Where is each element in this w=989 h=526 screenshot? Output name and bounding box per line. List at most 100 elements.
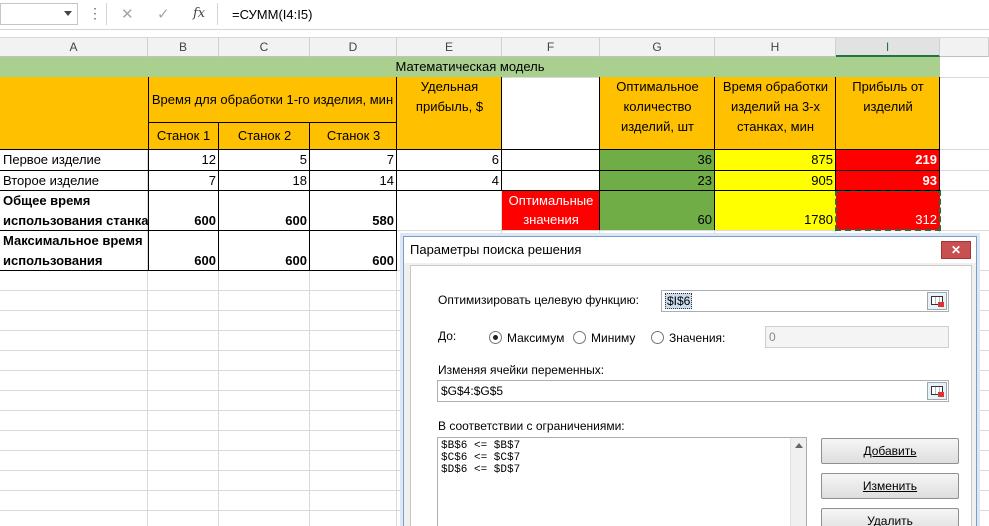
dialog-body: Оптимизировать целевую функцию: $I$6 До:… [410, 265, 972, 526]
header-unit-profit[interactable]: Удельная прибыль, $ [397, 77, 502, 149]
row4-label-line1[interactable]: Максимальное время [0, 231, 148, 251]
cell-b5[interactable]: 7 [148, 171, 219, 190]
radio-max[interactable] [489, 331, 502, 344]
to-label: До: [438, 329, 457, 343]
row3-label-line1[interactable]: Общее время [0, 191, 148, 211]
name-box[interactable] [0, 3, 78, 25]
header-profit[interactable]: Прибыль от изделий [836, 77, 940, 149]
radio-min[interactable] [573, 331, 586, 344]
optimal-label-cell[interactable]: Оптимальные значения [502, 191, 600, 230]
column-header-f[interactable]: F [502, 37, 600, 57]
constraints-label: В соответствии с ограничениями: [438, 419, 625, 433]
header-optimal-qty[interactable]: Оптимальное количество изделий, шт [600, 77, 715, 149]
formula-input[interactable]: =СУММ(I4:I5) [232, 7, 312, 22]
range-picker-icon[interactable] [927, 292, 947, 310]
copy-selection-marquee [835, 190, 941, 231]
header-machine1[interactable]: Станок 1 [148, 123, 219, 149]
header-process-time[interactable]: Время обработки изделий на 3-х станках, … [715, 77, 836, 149]
scrollbar[interactable] [790, 438, 806, 526]
close-icon[interactable]: ✕ [941, 241, 971, 259]
objective-input[interactable]: $I$6 [661, 290, 949, 312]
cell-g4[interactable]: 36 [600, 150, 715, 170]
model-title-cell[interactable]: Математическая модель [0, 57, 940, 77]
cell-d4[interactable]: 7 [310, 150, 397, 170]
range-picker-icon[interactable] [927, 382, 947, 400]
table-border [939, 77, 940, 190]
header-machine2[interactable]: Станок 2 [219, 123, 310, 149]
list-item[interactable]: $B$6 <= $B$7 [441, 440, 803, 452]
insert-function-icon[interactable]: fx [193, 6, 205, 21]
cell-d7[interactable]: 600 [310, 251, 397, 270]
objective-value: $I$6 [665, 293, 693, 309]
optimal-label-line1: Оптимальные [508, 193, 594, 208]
cell-h4[interactable]: 875 [715, 150, 836, 170]
column-header-a[interactable]: A [0, 37, 148, 57]
header-empty-a[interactable] [0, 77, 148, 149]
solver-dialog: Параметры поиска решения ✕ Оптимизироват… [403, 236, 977, 526]
add-button[interactable]: Добавить [821, 438, 959, 464]
cell-c6[interactable]: 600 [219, 211, 310, 230]
cell-b6[interactable]: 600 [148, 211, 219, 230]
table-border [0, 230, 397, 231]
table-border [148, 77, 149, 270]
column-header-e[interactable]: E [397, 37, 502, 57]
cell-c4[interactable]: 5 [219, 150, 310, 170]
formula-buttons: ✕ ✓ fx [106, 3, 218, 25]
column-header-h[interactable]: H [715, 37, 836, 57]
table-border [501, 77, 502, 190]
list-item[interactable]: $D$6 <= $D$7 [441, 464, 803, 476]
table-border [218, 123, 219, 270]
column-header-d[interactable]: D [310, 37, 397, 57]
cell-h6[interactable]: 1780 [715, 191, 836, 230]
vars-input[interactable]: $G$4:$G$5 [437, 380, 949, 402]
objective-label: Оптимизировать целевую функцию: [438, 293, 639, 307]
row2-label[interactable]: Второе изделие [0, 171, 148, 190]
header-machine3[interactable]: Станок 3 [310, 123, 397, 149]
constraints-list[interactable]: $B$6 <= $B$7 $C$6 <= $C$7 $D$6 <= $D$7 [437, 437, 807, 526]
cell-c7[interactable]: 600 [219, 251, 310, 270]
change-button-label: Изменить [862, 479, 918, 493]
header-time-cell[interactable]: Время для обработки 1-го изделия, мин [148, 77, 397, 123]
cell-d5[interactable]: 14 [310, 171, 397, 190]
table-border [714, 77, 715, 230]
change-button[interactable]: Изменить [821, 473, 959, 499]
cell-e5[interactable]: 4 [397, 171, 502, 190]
enter-icon[interactable]: ✓ [157, 5, 170, 23]
column-header-c[interactable]: C [219, 37, 310, 57]
dialog-title[interactable]: Параметры поиска решения [404, 237, 976, 263]
table-border [835, 77, 836, 190]
delete-button[interactable]: Удалить [821, 508, 959, 526]
formula-bar: ⋮ ✕ ✓ fx =СУММ(I4:I5) [0, 0, 989, 30]
add-button-label: Добавить [863, 444, 917, 458]
radio-min-label: Миниму [591, 331, 636, 345]
cancel-icon[interactable]: ✕ [121, 5, 134, 23]
cell-i4[interactable]: 219 [836, 150, 940, 170]
row4-label-line2: использования [3, 253, 103, 268]
table-border [599, 77, 600, 230]
cell-d6[interactable]: 580 [310, 211, 397, 230]
cell-g5[interactable]: 23 [600, 171, 715, 190]
cell-i5[interactable]: 93 [836, 171, 940, 190]
chevron-down-icon[interactable] [64, 11, 72, 16]
delete-button-label: Удалить [867, 514, 913, 526]
column-header-i[interactable]: I [836, 37, 940, 57]
table-border [396, 77, 397, 270]
cell-g6[interactable]: 60 [600, 191, 715, 230]
cell-e4[interactable]: 6 [397, 150, 502, 170]
column-header-g[interactable]: G [600, 37, 715, 57]
value-of-input[interactable]: 0 [765, 326, 949, 348]
row1-label[interactable]: Первое изделие [0, 150, 148, 170]
radio-value[interactable] [651, 331, 664, 344]
table-border [0, 190, 940, 191]
column-header-empty [940, 37, 989, 57]
cell-c5[interactable]: 18 [219, 171, 310, 190]
cell-b7[interactable]: 600 [148, 251, 219, 270]
radio-value-label: Значения: [669, 331, 726, 345]
list-item[interactable]: $C$6 <= $C$7 [441, 452, 803, 464]
cell-b4[interactable]: 12 [148, 150, 219, 170]
table-border [309, 123, 310, 270]
vars-value: $G$4:$G$5 [441, 384, 504, 398]
cell-h5[interactable]: 905 [715, 171, 836, 190]
table-border [0, 170, 940, 171]
column-header-b[interactable]: B [148, 37, 219, 57]
